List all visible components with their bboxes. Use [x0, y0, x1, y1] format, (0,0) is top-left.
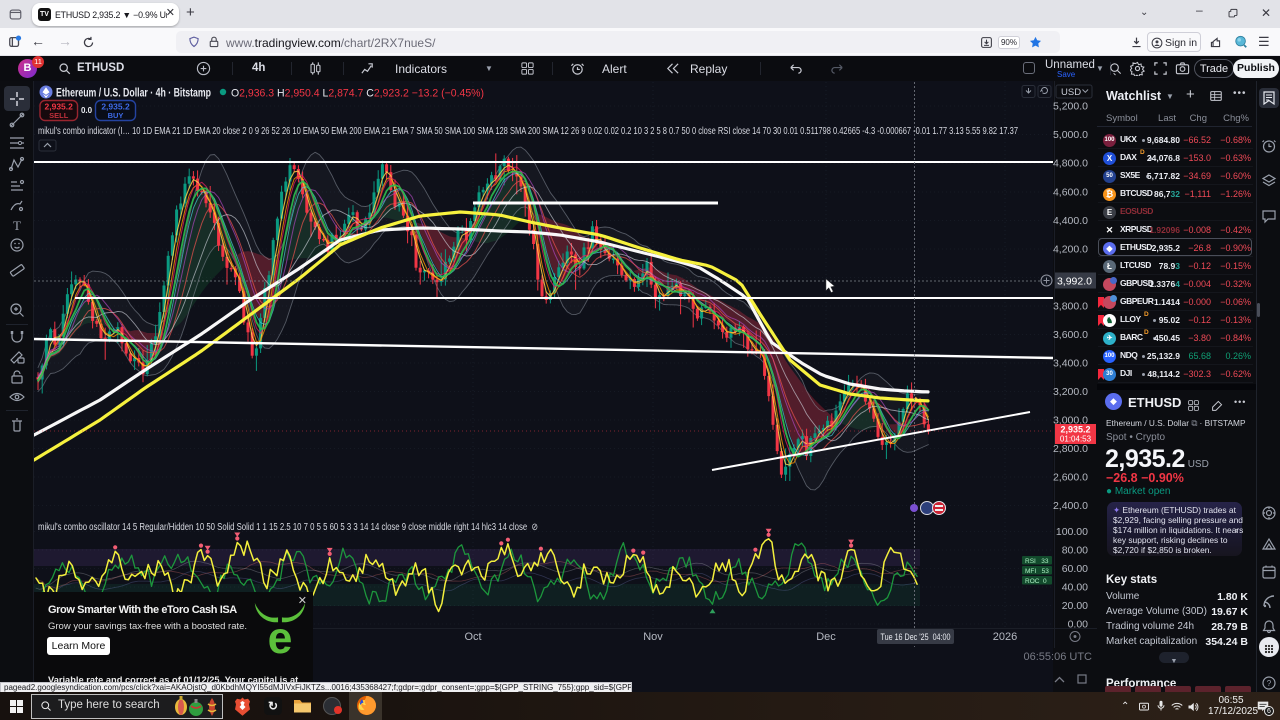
svg-text:3,400.0: 3,400.0	[1053, 358, 1088, 370]
svg-text:5,000.0: 5,000.0	[1053, 129, 1088, 141]
svg-text:4,400.0: 4,400.0	[1053, 215, 1088, 227]
svg-text:ROC 0: ROC 0	[1025, 578, 1047, 585]
svg-text:T: T	[13, 218, 21, 233]
svg-text:USD: USD	[1061, 87, 1081, 98]
svg-text:2,935.2: 2,935.2	[45, 102, 74, 112]
svg-text:Ethereum / U.S. Dollar · 4h ·: Ethereum / U.S. Dollar · 4h · Bitstamp	[56, 88, 211, 100]
svg-text:3,200.0: 3,200.0	[1053, 386, 1088, 398]
svg-text:?: ?	[1267, 679, 1272, 688]
svg-text:BUY: BUY	[108, 111, 124, 120]
svg-text:RSI 33: RSI 33	[1025, 558, 1049, 565]
svg-text:4,200.0: 4,200.0	[1053, 244, 1088, 256]
svg-text:4,600.0: 4,600.0	[1053, 187, 1088, 199]
svg-text:e: e	[268, 614, 293, 659]
svg-text:2,935.2: 2,935.2	[101, 102, 130, 112]
svg-text:Dec: Dec	[816, 631, 836, 643]
svg-text:4,800.0: 4,800.0	[1053, 158, 1088, 170]
svg-text:MFI 53: MFI 53	[1025, 568, 1049, 575]
svg-text:60.00: 60.00	[1062, 563, 1088, 575]
svg-text:100.00: 100.00	[1056, 526, 1088, 538]
svg-text:O2,936.3 H2,950.4 L2,874.7 C2,: O2,936.3 H2,950.4 L2,874.7 C2,923.2 −13.…	[231, 88, 484, 100]
svg-text:SELL: SELL	[49, 111, 69, 120]
svg-text:5,200.0: 5,200.0	[1053, 101, 1088, 113]
svg-text:06:55:06 UTC: 06:55:06 UTC	[1024, 651, 1093, 663]
svg-text:3,800.0: 3,800.0	[1053, 301, 1088, 313]
svg-text:3,992.0: 3,992.0	[1057, 276, 1092, 288]
svg-text:2026: 2026	[993, 631, 1017, 643]
svg-text:Oct: Oct	[464, 631, 481, 643]
svg-text:mikul's combo indicator (I… 1: mikul's combo indicator (I… 10 1D EMA 21…	[38, 125, 1018, 137]
svg-text:0.0: 0.0	[81, 106, 93, 115]
svg-text:20.00: 20.00	[1062, 600, 1088, 612]
svg-text:80.00: 80.00	[1062, 545, 1088, 557]
svg-text:Tue 16 Dec '25 04:00: Tue 16 Dec '25 04:00	[881, 632, 951, 643]
svg-text:Nov: Nov	[643, 631, 663, 643]
svg-text:2,600.0: 2,600.0	[1053, 472, 1088, 484]
svg-text:01:04:53: 01:04:53	[1060, 435, 1092, 444]
svg-text:mikul's combo oscillator 14 5: mikul's combo oscillator 14 5 Regular/Hi…	[38, 522, 538, 533]
svg-text:2,400.0: 2,400.0	[1053, 500, 1088, 512]
svg-text:40.00: 40.00	[1062, 582, 1088, 594]
svg-text:2,935.2: 2,935.2	[1060, 425, 1090, 435]
svg-text:2,800.0: 2,800.0	[1053, 443, 1088, 455]
svg-text:3,600.0: 3,600.0	[1053, 329, 1088, 341]
